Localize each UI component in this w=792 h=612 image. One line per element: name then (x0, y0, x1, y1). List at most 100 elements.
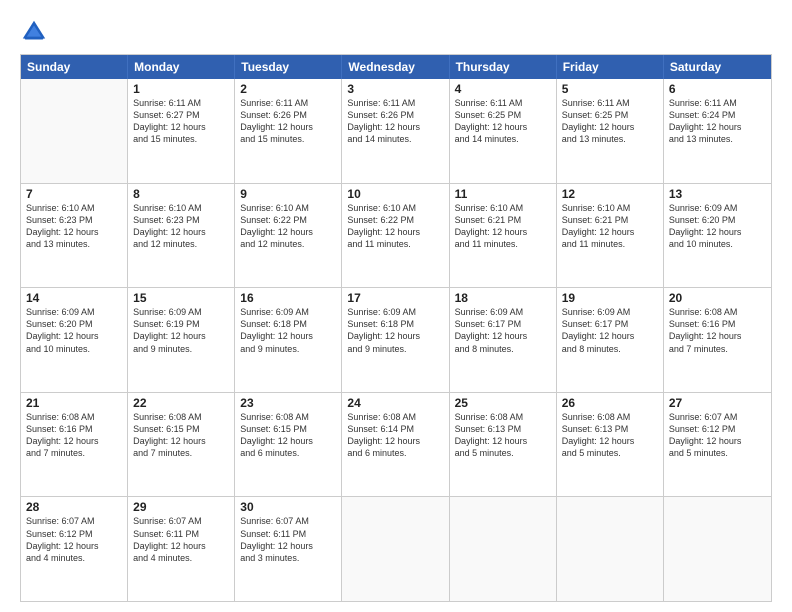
cell-info-line: Sunset: 6:16 PM (26, 423, 122, 435)
cell-info-line: and 6 minutes. (347, 447, 443, 459)
cell-info-line: Sunrise: 6:11 AM (347, 97, 443, 109)
cell-info-line: Sunset: 6:12 PM (669, 423, 766, 435)
table-row: 8Sunrise: 6:10 AMSunset: 6:23 PMDaylight… (128, 184, 235, 288)
calendar-body: 1Sunrise: 6:11 AMSunset: 6:27 PMDaylight… (21, 79, 771, 601)
cell-info-line: Daylight: 12 hours (26, 330, 122, 342)
cell-info-line: Sunrise: 6:08 AM (455, 411, 551, 423)
header-day-sunday: Sunday (21, 55, 128, 79)
cell-info-line: Sunrise: 6:11 AM (669, 97, 766, 109)
cell-info-line: Sunrise: 6:10 AM (455, 202, 551, 214)
calendar-row-1: 7Sunrise: 6:10 AMSunset: 6:23 PMDaylight… (21, 183, 771, 288)
cell-info-line: Daylight: 12 hours (347, 435, 443, 447)
cell-info-line: Sunrise: 6:08 AM (133, 411, 229, 423)
cell-info-line: Sunset: 6:26 PM (347, 109, 443, 121)
cell-info-line: Sunrise: 6:10 AM (133, 202, 229, 214)
cell-info-line: Sunrise: 6:11 AM (133, 97, 229, 109)
cell-info-line: Sunrise: 6:09 AM (562, 306, 658, 318)
cell-info-line: Sunrise: 6:11 AM (455, 97, 551, 109)
table-row: 29Sunrise: 6:07 AMSunset: 6:11 PMDayligh… (128, 497, 235, 601)
cell-info-line: Sunrise: 6:09 AM (133, 306, 229, 318)
cell-info-line: and 15 minutes. (240, 133, 336, 145)
cell-info-line: Sunrise: 6:10 AM (240, 202, 336, 214)
day-number: 8 (133, 187, 229, 201)
cell-info-line: Daylight: 12 hours (26, 540, 122, 552)
cell-info-line: and 14 minutes. (347, 133, 443, 145)
cell-info-line: Daylight: 12 hours (240, 330, 336, 342)
cell-info-line: Daylight: 12 hours (240, 226, 336, 238)
cell-info-line: Daylight: 12 hours (347, 121, 443, 133)
table-row: 16Sunrise: 6:09 AMSunset: 6:18 PMDayligh… (235, 288, 342, 392)
cell-info-line: Daylight: 12 hours (562, 435, 658, 447)
logo-icon (20, 18, 48, 46)
cell-info-line: Sunset: 6:11 PM (240, 528, 336, 540)
cell-info-line: and 13 minutes. (562, 133, 658, 145)
table-row: 4Sunrise: 6:11 AMSunset: 6:25 PMDaylight… (450, 79, 557, 183)
cell-info-line: Sunrise: 6:07 AM (240, 515, 336, 527)
table-row: 24Sunrise: 6:08 AMSunset: 6:14 PMDayligh… (342, 393, 449, 497)
day-number: 9 (240, 187, 336, 201)
table-row: 11Sunrise: 6:10 AMSunset: 6:21 PMDayligh… (450, 184, 557, 288)
table-row: 3Sunrise: 6:11 AMSunset: 6:26 PMDaylight… (342, 79, 449, 183)
calendar-row-4: 28Sunrise: 6:07 AMSunset: 6:12 PMDayligh… (21, 496, 771, 601)
table-row: 19Sunrise: 6:09 AMSunset: 6:17 PMDayligh… (557, 288, 664, 392)
table-row: 1Sunrise: 6:11 AMSunset: 6:27 PMDaylight… (128, 79, 235, 183)
header-day-friday: Friday (557, 55, 664, 79)
cell-info-line: Daylight: 12 hours (240, 540, 336, 552)
cell-info-line: Sunrise: 6:11 AM (240, 97, 336, 109)
day-number: 4 (455, 82, 551, 96)
cell-info-line: Sunset: 6:22 PM (347, 214, 443, 226)
cell-info-line: and 8 minutes. (455, 343, 551, 355)
day-number: 7 (26, 187, 122, 201)
day-number: 17 (347, 291, 443, 305)
calendar-row-2: 14Sunrise: 6:09 AMSunset: 6:20 PMDayligh… (21, 287, 771, 392)
day-number: 15 (133, 291, 229, 305)
cell-info-line: and 5 minutes. (455, 447, 551, 459)
day-number: 29 (133, 500, 229, 514)
day-number: 13 (669, 187, 766, 201)
day-number: 30 (240, 500, 336, 514)
table-row (21, 79, 128, 183)
cell-info-line: and 11 minutes. (562, 238, 658, 250)
logo (20, 18, 52, 46)
table-row: 23Sunrise: 6:08 AMSunset: 6:15 PMDayligh… (235, 393, 342, 497)
cell-info-line: Daylight: 12 hours (133, 540, 229, 552)
cell-info-line: Sunset: 6:14 PM (347, 423, 443, 435)
table-row: 28Sunrise: 6:07 AMSunset: 6:12 PMDayligh… (21, 497, 128, 601)
cell-info-line: and 7 minutes. (669, 343, 766, 355)
cell-info-line: and 13 minutes. (26, 238, 122, 250)
header-day-monday: Monday (128, 55, 235, 79)
cell-info-line: Sunset: 6:27 PM (133, 109, 229, 121)
calendar: SundayMondayTuesdayWednesdayThursdayFrid… (20, 54, 772, 602)
cell-info-line: Sunset: 6:16 PM (669, 318, 766, 330)
cell-info-line: Sunrise: 6:09 AM (240, 306, 336, 318)
day-number: 19 (562, 291, 658, 305)
cell-info-line: Sunset: 6:11 PM (133, 528, 229, 540)
day-number: 24 (347, 396, 443, 410)
day-number: 16 (240, 291, 336, 305)
table-row: 5Sunrise: 6:11 AMSunset: 6:25 PMDaylight… (557, 79, 664, 183)
cell-info-line: Sunset: 6:15 PM (133, 423, 229, 435)
header-day-saturday: Saturday (664, 55, 771, 79)
table-row: 6Sunrise: 6:11 AMSunset: 6:24 PMDaylight… (664, 79, 771, 183)
day-number: 14 (26, 291, 122, 305)
cell-info-line: Sunset: 6:18 PM (347, 318, 443, 330)
cell-info-line: Sunset: 6:20 PM (669, 214, 766, 226)
day-number: 18 (455, 291, 551, 305)
cell-info-line: and 5 minutes. (562, 447, 658, 459)
table-row: 21Sunrise: 6:08 AMSunset: 6:16 PMDayligh… (21, 393, 128, 497)
cell-info-line: Sunset: 6:13 PM (455, 423, 551, 435)
header-day-tuesday: Tuesday (235, 55, 342, 79)
cell-info-line: and 14 minutes. (455, 133, 551, 145)
page: SundayMondayTuesdayWednesdayThursdayFrid… (0, 0, 792, 612)
cell-info-line: and 4 minutes. (133, 552, 229, 564)
table-row: 7Sunrise: 6:10 AMSunset: 6:23 PMDaylight… (21, 184, 128, 288)
cell-info-line: Sunset: 6:19 PM (133, 318, 229, 330)
cell-info-line: Daylight: 12 hours (562, 330, 658, 342)
cell-info-line: Sunset: 6:15 PM (240, 423, 336, 435)
table-row: 22Sunrise: 6:08 AMSunset: 6:15 PMDayligh… (128, 393, 235, 497)
cell-info-line: and 11 minutes. (347, 238, 443, 250)
day-number: 10 (347, 187, 443, 201)
cell-info-line: Daylight: 12 hours (455, 121, 551, 133)
cell-info-line: and 7 minutes. (133, 447, 229, 459)
cell-info-line: Sunrise: 6:07 AM (133, 515, 229, 527)
